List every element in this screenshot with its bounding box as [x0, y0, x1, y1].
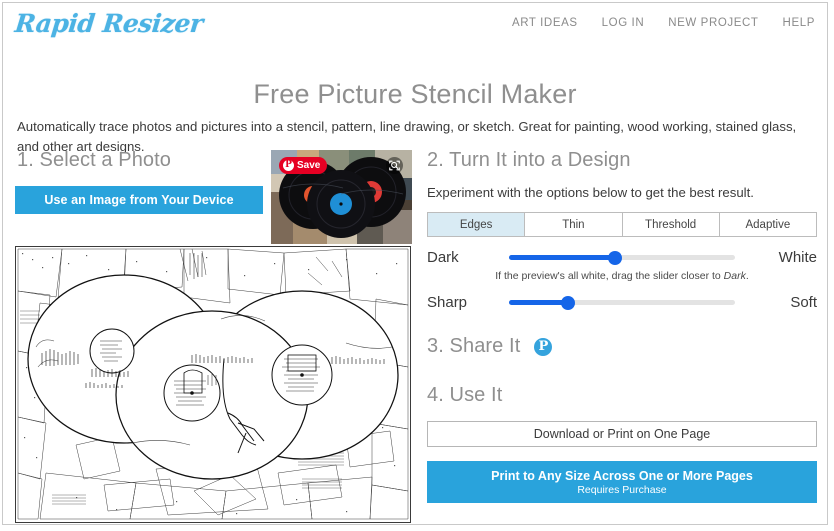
slider-hint-before: If the preview's all white, drag the sli…	[495, 270, 724, 282]
stencil-preview-image	[16, 247, 410, 522]
pinterest-save-label: Save	[297, 160, 321, 171]
tab-thin[interactable]: Thin	[525, 213, 623, 236]
dark-white-slider-row: Dark White	[427, 249, 817, 266]
sharp-label: Sharp	[427, 294, 468, 311]
print-any-size-label: Print to Any Size Across One or More Pag…	[491, 468, 753, 483]
page-title: Free Picture Stencil Maker	[253, 79, 577, 110]
tab-threshold[interactable]: Threshold	[622, 213, 720, 236]
nav-item-new-project[interactable]: NEW PROJECT	[668, 17, 758, 29]
logo[interactable]: Rapid Resizer	[13, 9, 204, 38]
share-row: 3. Share It P	[427, 335, 817, 358]
sharp-soft-slider-row: Sharp Soft	[427, 294, 817, 311]
tab-edges[interactable]: Edges	[428, 213, 526, 236]
pinterest-save-button[interactable]: P Save	[279, 157, 328, 174]
stencil-preview[interactable]	[15, 246, 411, 523]
design-column: 2. Turn It into a Design Experiment with…	[427, 149, 817, 503]
nav-item-art-ideas[interactable]: ART IDEAS	[512, 17, 578, 29]
print-requires-purchase: Requires Purchase	[577, 483, 667, 496]
dark-label: Dark	[427, 249, 459, 266]
dark-white-slider-thumb[interactable]	[608, 250, 623, 265]
source-photo-thumbnail[interactable]: P Save	[271, 150, 412, 244]
page-container: Rapid Resizer ART IDEAS LOG IN NEW PROJE…	[2, 2, 828, 525]
sharp-soft-slider-fill	[509, 300, 568, 305]
pinterest-share-icon[interactable]: P	[534, 337, 553, 356]
tab-adaptive[interactable]: Adaptive	[719, 213, 816, 236]
main-nav: ART IDEAS LOG IN NEW PROJECT HELP	[512, 17, 815, 29]
step2-subtitle: Experiment with the options below to get…	[427, 185, 754, 200]
sharp-soft-slider-thumb[interactable]	[560, 295, 575, 310]
step2-heading: 2. Turn It into a Design	[427, 149, 631, 171]
design-mode-tabs: Edges Thin Threshold Adaptive	[427, 212, 817, 237]
white-label: White	[778, 249, 817, 266]
nav-item-help[interactable]: HELP	[783, 17, 815, 29]
site-header: Rapid Resizer ART IDEAS LOG IN NEW PROJE…	[3, 3, 827, 45]
step4-heading: 4. Use It	[427, 384, 503, 406]
slider-hint: If the preview's all white, drag the sli…	[427, 270, 817, 282]
step3-heading: 3. Share It	[427, 335, 521, 357]
nav-item-log-in[interactable]: LOG IN	[602, 17, 645, 29]
use-image-from-device-button[interactable]: Use an Image from Your Device	[15, 186, 263, 214]
download-or-print-button[interactable]: Download or Print on One Page	[427, 421, 817, 447]
sharp-soft-slider[interactable]	[509, 295, 735, 310]
slider-hint-emphasis: Dark	[723, 270, 746, 282]
print-any-size-button[interactable]: Print to Any Size Across One or More Pag…	[427, 461, 817, 503]
soft-label: Soft	[790, 294, 817, 311]
dark-white-slider[interactable]	[509, 250, 735, 265]
dark-white-slider-fill	[509, 255, 616, 260]
expand-icon[interactable]	[386, 157, 403, 174]
pinterest-icon: P	[283, 160, 294, 171]
slider-hint-after: .	[745, 270, 749, 282]
